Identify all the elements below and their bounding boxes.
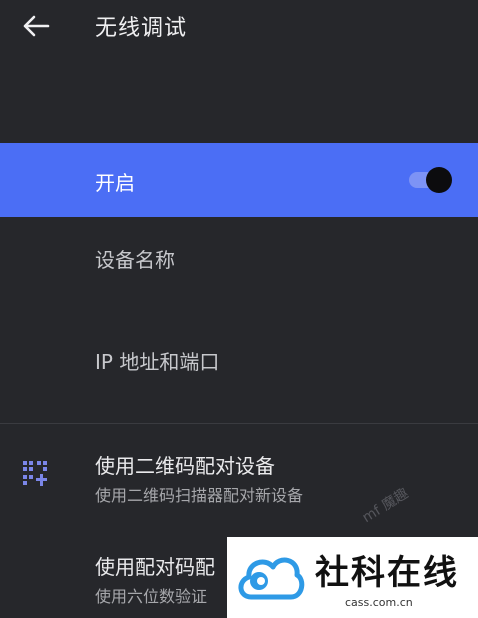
ip-port-item[interactable]: IP 地址和端口 <box>95 346 219 375</box>
device-name-item[interactable]: 设备名称 <box>95 244 175 273</box>
pair-qr-subtitle: 使用二维码扫描器配对新设备 <box>95 486 304 505</box>
app-bar: 无线调试 <box>0 0 478 56</box>
enable-toggle[interactable] <box>409 167 453 193</box>
pair-code-title[interactable]: 使用配对码配 <box>95 551 215 580</box>
pair-qr-title[interactable]: 使用二维码配对设备 <box>95 450 275 479</box>
enable-switch-label: 开启 <box>95 171 135 195</box>
watermark-domain: cass.com.cn <box>345 596 413 609</box>
enable-switch-row[interactable]: 开启 <box>0 143 478 217</box>
section-divider <box>0 423 478 424</box>
qr-code-icon <box>22 460 48 486</box>
toggle-thumb <box>426 167 452 193</box>
back-arrow-icon[interactable] <box>20 12 52 40</box>
watermark-logo-box: 社科在线 cass.com.cn <box>227 537 478 618</box>
page-title: 无线调试 <box>95 16 188 41</box>
pair-code-subtitle: 使用六位数验证 <box>95 587 208 606</box>
cloud-logo-icon <box>235 547 305 605</box>
watermark-brand: 社科在线 <box>315 553 459 593</box>
faint-watermark: mf 魔趣 <box>359 485 412 527</box>
